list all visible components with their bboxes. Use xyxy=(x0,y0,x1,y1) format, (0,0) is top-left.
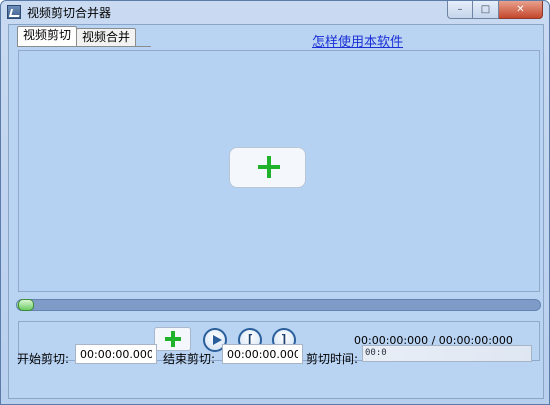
end-cut-label: 结束剪切: xyxy=(163,352,216,366)
start-cut-label: 开始剪切: xyxy=(17,352,70,366)
close-button[interactable]: ✕ xyxy=(499,1,543,19)
maximize-button[interactable]: □ xyxy=(473,1,499,19)
video-preview-area xyxy=(18,50,540,292)
tab-video-merge[interactable]: 视频合并 xyxy=(76,28,137,46)
help-link[interactable]: 怎样使用本软件 xyxy=(312,31,403,50)
window-controls: – □ ✕ xyxy=(447,1,543,19)
progress-bar[interactable] xyxy=(16,299,541,311)
app-window: 视频剪切合并器 – □ ✕ 视频剪切 视频合并 怎样使用本软件 [] 00:0… xyxy=(0,0,550,405)
plus-icon xyxy=(165,331,181,347)
add-video-button[interactable] xyxy=(229,147,306,188)
title-bar[interactable]: 视频剪切合并器 – □ ✕ xyxy=(1,1,549,23)
app-icon xyxy=(7,5,21,19)
start-cut-input[interactable] xyxy=(75,344,157,364)
tab-video-cut[interactable]: 视频剪切 xyxy=(17,26,78,46)
end-cut-input[interactable] xyxy=(222,344,303,364)
cut-time-field: 00:0 xyxy=(362,345,532,362)
minimize-button[interactable]: – xyxy=(447,1,473,19)
cut-time-label: 剪切时间: xyxy=(306,352,359,366)
tab-bar: 视频剪切 视频合并 xyxy=(17,26,137,46)
window-title: 视频剪切合并器 xyxy=(27,6,112,20)
add-file-button[interactable] xyxy=(154,327,191,351)
client-area: 视频剪切 视频合并 怎样使用本软件 [ ] 00:00:00:000 / 00:… xyxy=(8,24,544,399)
progress-thumb[interactable] xyxy=(18,299,34,311)
tab-divider xyxy=(17,46,151,47)
plus-icon xyxy=(258,156,280,178)
